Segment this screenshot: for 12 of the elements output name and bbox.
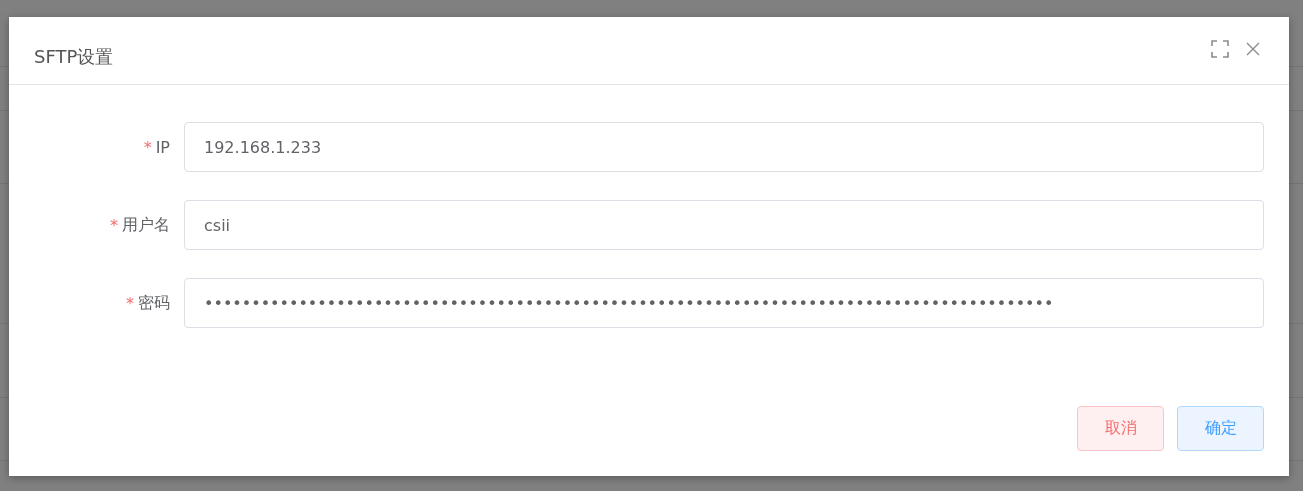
input-field[interactable]: csii xyxy=(184,200,1264,250)
maximize-icon[interactable] xyxy=(1211,40,1229,58)
input-field[interactable]: •••••••••••••••••••••••••••••••••••••••••••••••••••••••••••••••••••••••••••••••••••••••••• xyxy=(184,278,1264,328)
field-label: 用户名 xyxy=(122,214,170,236)
required-mark: * xyxy=(110,215,118,235)
field-label: IP xyxy=(155,137,170,157)
required-mark: * xyxy=(143,137,152,157)
required-mark: * xyxy=(126,293,134,313)
dialog-title: SFTP设置 xyxy=(34,44,114,69)
input-field[interactable]: 192.168.1.233 xyxy=(184,122,1264,172)
field-label: 密码 xyxy=(138,292,170,314)
close-icon[interactable] xyxy=(1245,41,1261,57)
